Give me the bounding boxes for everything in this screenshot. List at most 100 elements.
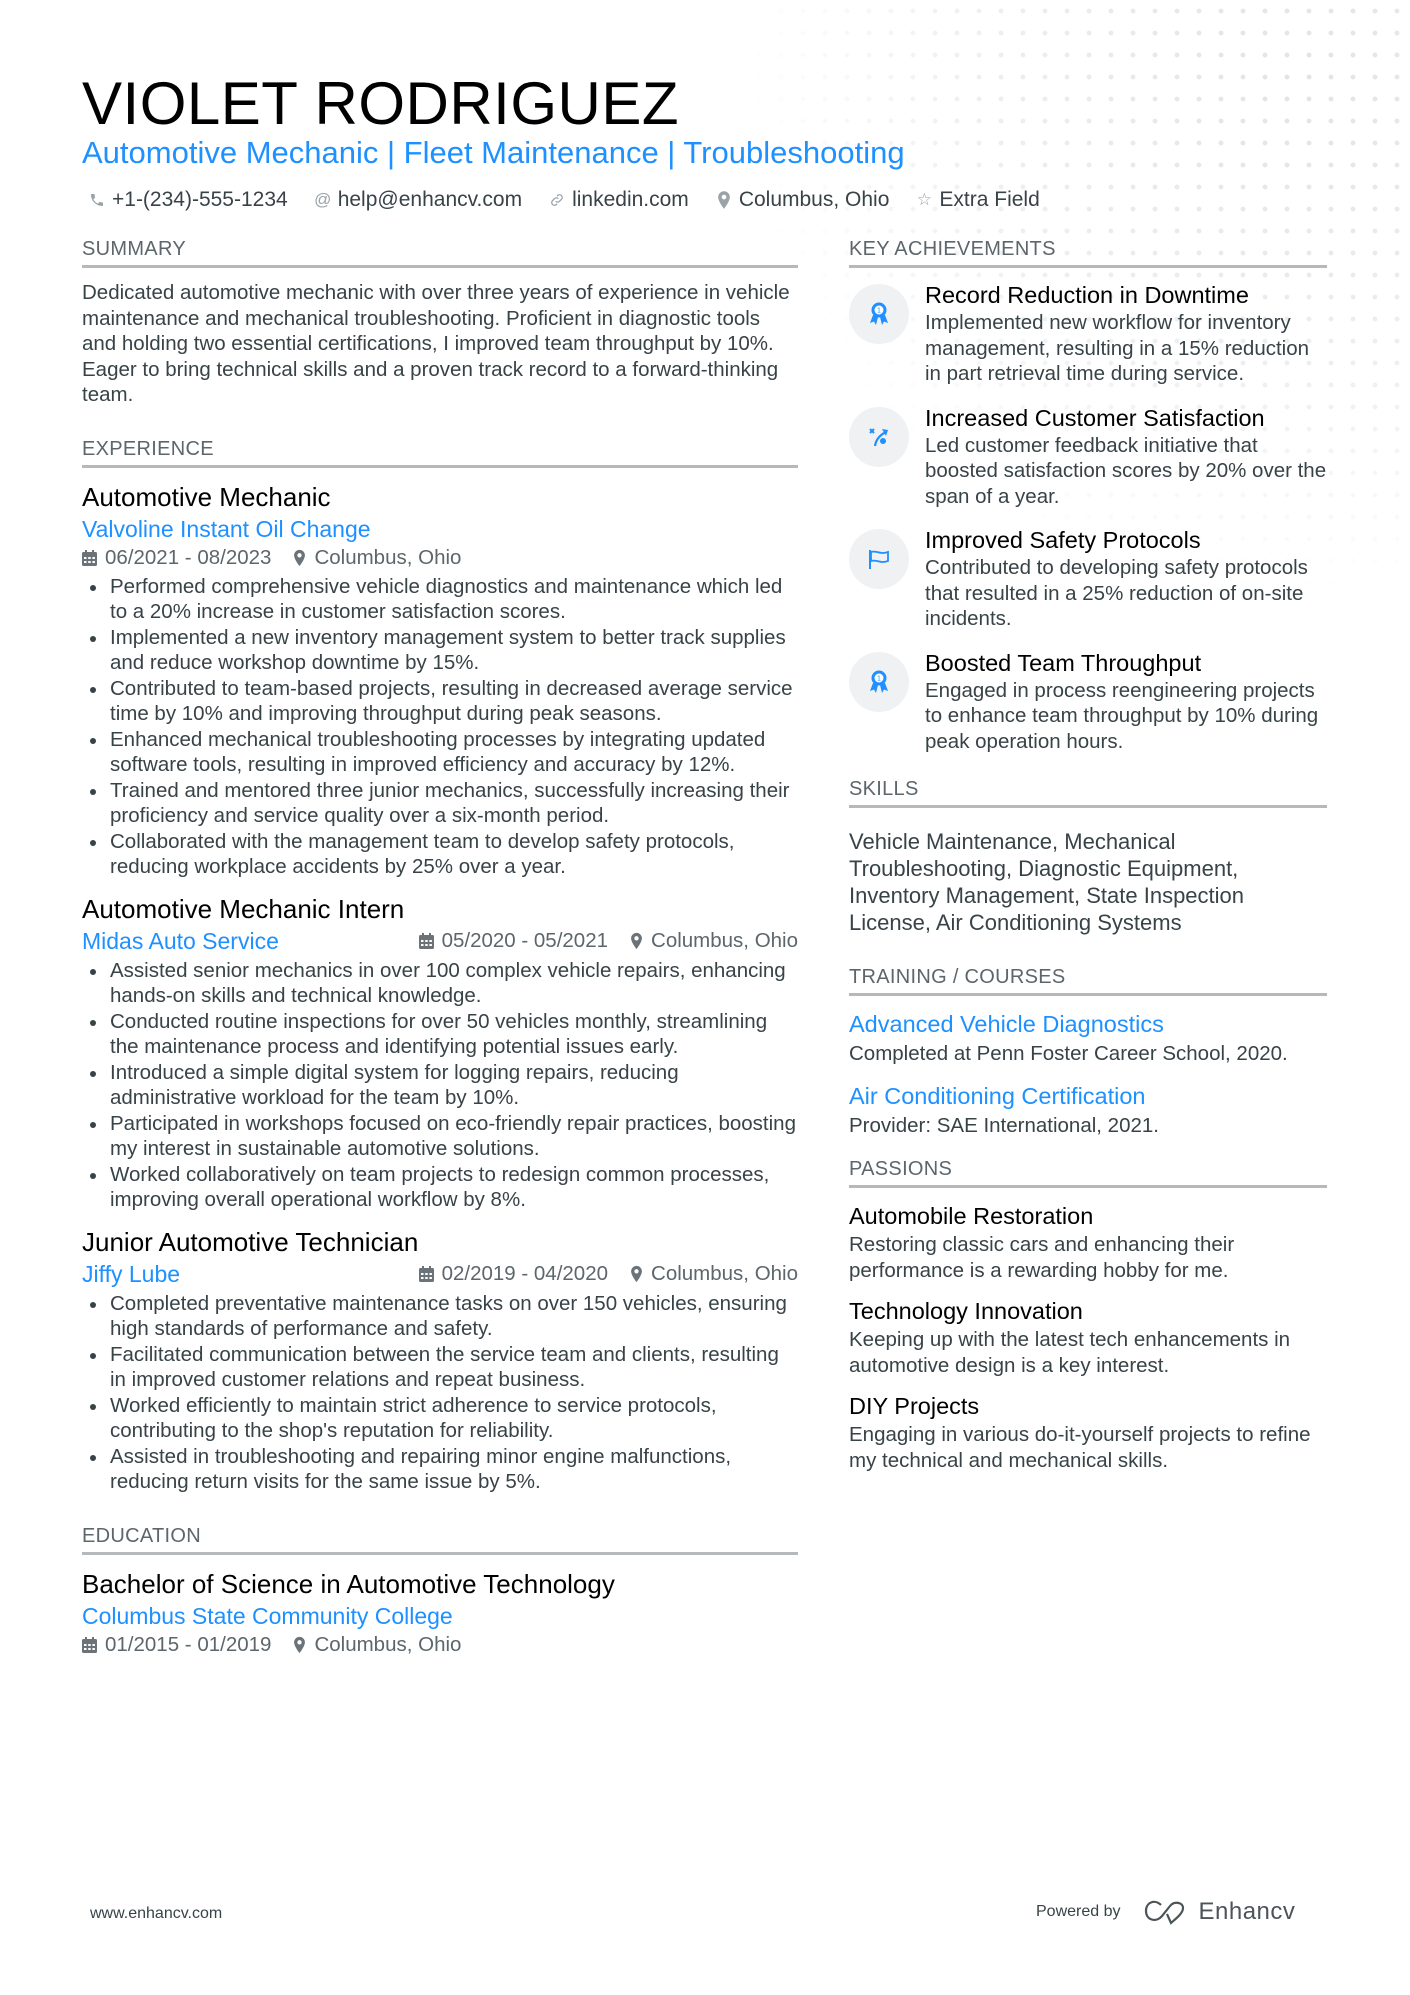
job-bullets: Completed preventative maintenance tasks…: [82, 1291, 798, 1495]
degree-title: Bachelor of Science in Automotive Techno…: [82, 1568, 615, 1599]
contact-row: +1-(234)-555-1234 @ help@enhancv.com lin…: [88, 185, 1040, 215]
company-row: Midas Auto Service 05/2020 - 05/2021 Col…: [82, 926, 798, 956]
achievement-item: Improved Safety Protocols Contributed to…: [849, 525, 1327, 632]
award-ribbon-icon: 1: [849, 284, 909, 344]
passion-title: Automobile Restoration: [849, 1203, 1094, 1229]
left-column: SUMMARY Dedicated automotive mechanic wi…: [82, 236, 798, 1659]
job-bullet: Assisted in troubleshooting and repairin…: [90, 1444, 798, 1495]
job-bullet: Collaborated with the management team to…: [90, 829, 798, 880]
summary-section: SUMMARY Dedicated automotive mechanic wi…: [82, 236, 798, 408]
passion-desc: Restoring classic cars and enhancing the…: [849, 1233, 1235, 1282]
job-location-text: Columbus, Ohio: [314, 545, 462, 569]
contact-email-text: help@enhancv.com: [337, 188, 523, 211]
job-bullet: Implemented a new inventory management s…: [90, 625, 798, 676]
calendar-icon: [82, 549, 97, 566]
job-title: Automotive Mechanic: [82, 481, 331, 512]
section-title-summary: SUMMARY: [82, 236, 798, 268]
job-location: Columbus, Ohio: [630, 1260, 798, 1288]
experience-section: EXPERIENCE Automotive Mechanic Valvoline…: [82, 436, 798, 1495]
achievement-title: Increased Customer Satisfaction: [925, 404, 1265, 431]
education-dates: 01/2015 - 01/2019: [82, 1631, 271, 1659]
job-location: Columbus, Ohio: [630, 927, 798, 955]
passion-title: Technology Innovation: [849, 1298, 1083, 1324]
job-bullet: Worked efficiently to maintain strict ad…: [90, 1393, 798, 1444]
job-dates: 06/2021 - 08/2023: [82, 544, 271, 572]
school-name: Columbus State Community College: [82, 1602, 453, 1629]
job-bullet: Enhanced mechanical troubleshooting proc…: [90, 727, 798, 778]
education-location-text: Columbus, Ohio: [314, 1632, 462, 1656]
section-title-education: EDUCATION: [82, 1523, 798, 1555]
phone-icon: [88, 192, 106, 208]
achievement-title: Record Reduction in Downtime: [925, 282, 1249, 308]
svg-text:1: 1: [877, 308, 881, 315]
skills-section: SKILLS Vehicle Maintenance, Mechanical T…: [849, 776, 1327, 936]
course-title: Air Conditioning Certification: [849, 1083, 1146, 1109]
enhancv-brand-name: Enhancv: [1198, 1898, 1296, 1925]
job-location: Columbus, Ohio: [293, 544, 461, 572]
svg-text:1: 1: [877, 675, 881, 682]
passion-desc: Keeping up with the latest tech enhancem…: [849, 1328, 1291, 1377]
candidate-name: VIOLET RODRIGUEZ: [82, 70, 679, 137]
contact-extra-text: Extra Field: [939, 188, 1040, 211]
achievement-item: 1 Boosted Team Throughput Engaged in pro…: [849, 648, 1327, 755]
achievement-title: Improved Safety Protocols: [925, 527, 1201, 553]
job-location-text: Columbus, Ohio: [651, 1261, 798, 1285]
company-row: Jiffy Lube 02/2019 - 04/2020 Columbus, O…: [82, 1259, 798, 1289]
headline: Automotive Mechanic | Fleet Maintenance …: [82, 135, 905, 170]
section-title-achievements: KEY ACHIEVEMENTS: [849, 236, 1327, 268]
contact-phone[interactable]: +1-(234)-555-1234: [88, 185, 288, 215]
experience-item: Automotive Mechanic Intern Midas Auto Se…: [82, 892, 798, 1213]
job-meta: 05/2020 - 05/2021 Columbus, Ohio: [418, 927, 798, 955]
location-pin-icon: [294, 549, 306, 566]
job-bullet: Conducted routine inspections for over 5…: [90, 1009, 798, 1060]
course-title: Advanced Vehicle Diagnostics: [849, 1011, 1164, 1037]
job-bullets: Assisted senior mechanics in over 100 co…: [82, 958, 798, 1213]
job-dates: 05/2020 - 05/2021: [418, 927, 609, 955]
education-dates-text: 01/2015 - 01/2019: [105, 1632, 272, 1656]
link-icon: [548, 192, 566, 208]
section-title-passions: PASSIONS: [849, 1156, 1327, 1188]
star-icon: ☆: [916, 190, 933, 209]
contact-linkedin[interactable]: linkedin.com: [548, 185, 689, 215]
training-section: TRAINING / COURSES Advanced Vehicle Diag…: [849, 964, 1327, 1140]
achievement-desc: Implemented new workflow for inventory m…: [925, 311, 1310, 385]
achievement-desc: Led customer feedback initiative that bo…: [925, 433, 1327, 508]
achievement-title: Boosted Team Throughput: [925, 649, 1202, 676]
passion-desc: Engaging in various do-it-yourself proje…: [849, 1423, 1311, 1472]
location-pin-icon: [294, 1636, 306, 1653]
contact-location-text: Columbus, Ohio: [738, 188, 890, 211]
job-dates-text: 05/2020 - 05/2021: [441, 928, 609, 952]
calendar-icon: [418, 1265, 434, 1282]
contact-location: Columbus, Ohio: [715, 185, 890, 215]
job-dates: 02/2019 - 04/2020: [418, 1260, 609, 1288]
job-bullet: Contributed to team-based projects, resu…: [90, 676, 798, 727]
contact-linkedin-text: linkedin.com: [572, 188, 689, 211]
award-ribbon-icon: 1: [849, 651, 909, 712]
achievements-section: KEY ACHIEVEMENTS 1 Record Reduction in D…: [849, 236, 1327, 754]
job-bullet: Completed preventative maintenance tasks…: [90, 1291, 798, 1342]
strategy-arrow-icon: [849, 406, 909, 467]
job-bullet: Trained and mentored three junior mechan…: [90, 778, 798, 829]
calendar-icon: [82, 1636, 97, 1653]
passion-title: DIY Projects: [849, 1393, 980, 1419]
contact-phone-text: +1-(234)-555-1234: [112, 188, 288, 211]
job-bullets: Performed comprehensive vehicle diagnost…: [82, 574, 798, 880]
job-dates-text: 02/2019 - 04/2020: [441, 1261, 609, 1285]
section-title-experience: EXPERIENCE: [82, 436, 798, 468]
job-title: Automotive Mechanic Intern: [82, 893, 405, 924]
summary-text: Dedicated automotive mechanic with over …: [82, 281, 790, 406]
contact-extra: ☆ Extra Field: [915, 185, 1040, 215]
footer-website[interactable]: www.enhancv.com: [90, 1905, 222, 1923]
course-desc: Completed at Penn Foster Career School, …: [849, 1042, 1288, 1065]
footer-powered-by: Powered by Enhancv: [1036, 1898, 1295, 1926]
achievement-item: Increased Customer Satisfaction Led cust…: [849, 403, 1327, 510]
enhancv-logo[interactable]: Enhancv: [1143, 1898, 1296, 1926]
job-meta: 02/2019 - 04/2020 Columbus, Ohio: [418, 1260, 798, 1288]
contact-email[interactable]: @ help@enhancv.com: [314, 185, 522, 215]
location-pin-icon: [631, 1265, 642, 1282]
location-pin-icon: [715, 191, 733, 209]
enhancv-logo-icon: [1144, 1900, 1184, 1925]
powered-by-label: Powered by: [1036, 1903, 1121, 1920]
company-name: Jiffy Lube: [82, 1260, 181, 1287]
experience-item: Automotive Mechanic Valvoline Instant Oi…: [82, 480, 798, 880]
